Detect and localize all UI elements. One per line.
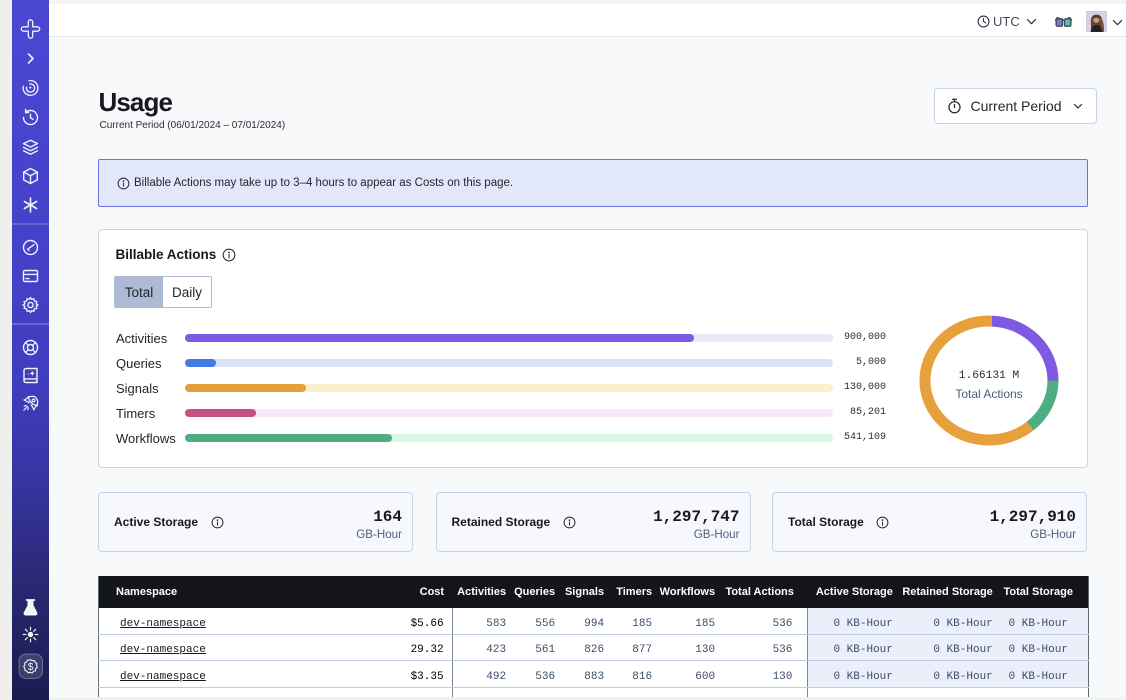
svg-text:$: $ xyxy=(28,662,34,673)
